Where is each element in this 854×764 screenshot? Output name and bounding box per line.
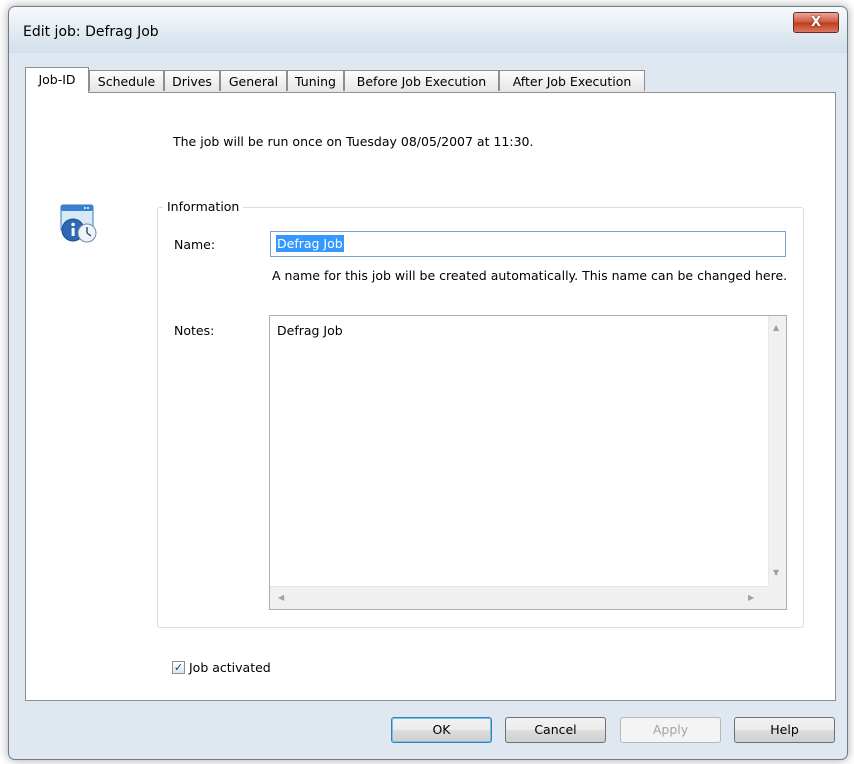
tab-panel-job-id: The job will be run once on Tuesday 08/0… [25,92,836,701]
window-title: Edit job: Defrag Job [23,24,159,40]
dialog-window: Edit job: Defrag Job X Job-ID Schedule D… [8,6,848,760]
tab-drives[interactable]: Drives [164,70,220,91]
tab-general[interactable]: General [220,70,287,91]
apply-button[interactable]: Apply [620,717,721,743]
notes-vertical-scrollbar[interactable]: ▲ ▼ [768,316,786,587]
cancel-button[interactable]: Cancel [505,717,606,743]
scroll-right-icon[interactable]: ▶ [748,594,754,602]
info-window-icon [59,203,99,245]
name-field-value: Defrag Job [276,235,344,252]
scroll-left-icon[interactable]: ◀ [278,594,284,602]
close-button[interactable]: X [793,12,839,33]
ok-button[interactable]: OK [391,717,492,743]
name-hint: A name for this job will be created auto… [272,268,788,283]
name-field[interactable]: Defrag Job [270,231,786,257]
name-label: Name: [174,237,216,252]
scrollbar-corner [769,587,786,609]
information-group-title: Information [163,199,244,214]
tab-schedule[interactable]: Schedule [89,70,164,91]
close-icon: X [810,15,822,30]
notes-horizontal-scrollbar[interactable]: ◀ ▶ [270,586,769,609]
scroll-down-icon[interactable]: ▼ [773,569,779,577]
job-activated-row[interactable]: ✓ Job activated [172,660,271,675]
tab-job-id[interactable]: Job-ID [25,67,89,93]
check-mark-icon: ✓ [173,661,184,674]
tab-tuning[interactable]: Tuning [287,70,344,91]
scroll-up-icon[interactable]: ▲ [773,324,779,332]
schedule-summary: The job will be run once on Tuesday 08/0… [173,134,534,149]
tab-before-job-execution[interactable]: Before Job Execution [344,70,499,91]
job-activated-checkbox[interactable]: ✓ [172,661,185,674]
notes-text: Defrag Job [277,323,343,338]
notes-label: Notes: [174,323,215,338]
title-bar[interactable]: Edit job: Defrag Job X [9,7,847,53]
help-button[interactable]: Help [734,717,835,743]
notes-textarea[interactable]: Defrag Job ▲ ▼ ◀ ▶ [269,315,787,610]
job-activated-label[interactable]: Job activated [189,660,271,675]
tab-after-job-execution[interactable]: After Job Execution [499,70,645,91]
